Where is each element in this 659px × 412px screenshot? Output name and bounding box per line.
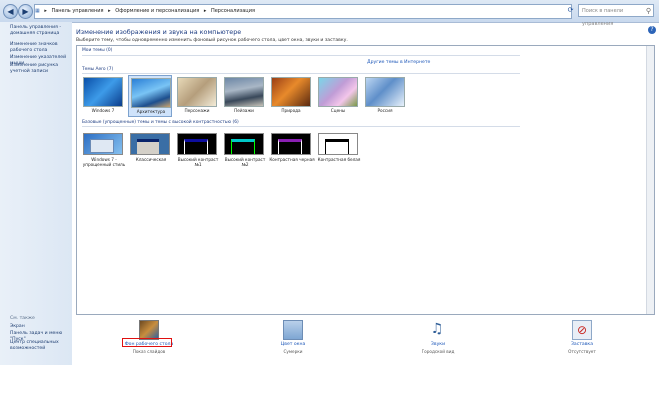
theme-label: Windows 7 - упрощенный стиль <box>82 157 126 167</box>
theme-preview <box>224 77 264 107</box>
theme-label: Архитектура <box>136 109 166 114</box>
online-themes-link[interactable]: Другие темы в Интернете <box>367 60 430 65</box>
theme-high-contrast-2[interactable]: Высокий контраст №2 <box>222 131 266 173</box>
theme-label: Windows 7 <box>91 108 115 113</box>
theme-settings-bar: Фон рабочего стола Показ слайдов Цвет ок… <box>72 316 659 365</box>
breadcrumb-appearance[interactable]: Оформление и персонализация <box>115 8 199 14</box>
back-button[interactable]: ◀ <box>3 4 18 19</box>
basic-themes-header: Базовые (упрощенные) темы и темы с высок… <box>82 120 239 125</box>
divider <box>82 73 520 74</box>
control-panel-home-link[interactable]: Панель управления - домашняя страница <box>10 25 70 37</box>
sounds-item[interactable]: ♫ Звуки Городской вид <box>406 320 470 364</box>
sounds-icon: ♫ <box>430 321 444 337</box>
theme-nature[interactable]: Природа <box>269 75 313 117</box>
refresh-icon[interactable]: ⟳ <box>566 4 575 17</box>
theme-scenes[interactable]: Сцены <box>316 75 360 117</box>
theme-preview <box>177 133 217 155</box>
theme-preview <box>131 78 171 108</box>
theme-preview <box>83 77 123 107</box>
breadcrumb-control-panel[interactable]: Панель управления <box>51 8 103 14</box>
theme-preview <box>224 133 264 155</box>
theme-label: Контрастная черная <box>269 157 315 162</box>
highlight-box <box>122 338 172 347</box>
theme-windows7[interactable]: Windows 7 <box>81 75 125 117</box>
theme-label: Россия <box>377 108 393 113</box>
theme-label: Природа <box>281 108 301 113</box>
scrollbar[interactable] <box>646 46 654 314</box>
search-input[interactable]: Поиск в панели управления ⚲ <box>578 4 654 27</box>
breadcrumb-separator: ▸ <box>108 8 111 14</box>
theme-classic[interactable]: Классическая <box>128 131 172 173</box>
theme-preview <box>83 133 123 155</box>
forward-button[interactable]: ▶ <box>18 4 33 19</box>
aero-themes-header: Темы Aero (7) <box>82 67 114 72</box>
screen-saver-value: Отсутствует <box>568 349 596 354</box>
theme-preview <box>177 77 217 107</box>
theme-preview <box>318 133 358 155</box>
theme-label: Сцены <box>330 108 346 113</box>
display-link[interactable]: Экран <box>10 324 70 330</box>
theme-russia[interactable]: Россия <box>363 75 407 117</box>
divider <box>82 126 520 127</box>
divider <box>82 55 520 56</box>
theme-high-contrast-1[interactable]: Высокий контраст №1 <box>175 131 219 173</box>
window-color-value: Сумерки <box>283 349 303 354</box>
breadcrumb-separator: ▸ <box>203 8 207 14</box>
theme-preview <box>365 77 405 107</box>
personalization-window: ◀ ▶ ▦ ▸ Панель управления ▸ Оформление и… <box>0 0 659 365</box>
help-icon[interactable]: ? <box>648 26 656 34</box>
folder-icon: ▦ <box>35 8 40 14</box>
theme-label: Высокий контраст №1 <box>177 157 219 167</box>
theme-windows7-basic[interactable]: Windows 7 - упрощенный стиль <box>81 131 125 173</box>
my-themes-header: Мои темы (0) <box>82 48 113 53</box>
page-subtitle: Выберите тему, чтобы одновременно измени… <box>76 38 348 43</box>
theme-label: Персонажи <box>184 108 210 113</box>
account-picture-link[interactable]: Изменение рисунка учетной записи <box>10 63 70 75</box>
theme-architecture[interactable]: Архитектура <box>128 75 172 117</box>
breadcrumb[interactable]: ▦ ▸ Панель управления ▸ Оформление и пер… <box>34 4 572 19</box>
theme-preview <box>271 77 311 107</box>
sounds-link[interactable]: Звуки <box>406 342 470 347</box>
theme-high-contrast-white[interactable]: Контрастная белая <box>316 131 360 173</box>
theme-preview <box>130 133 170 155</box>
window-color-icon <box>283 320 303 340</box>
screen-saver-link[interactable]: Заставка <box>550 342 614 347</box>
theme-landscapes[interactable]: Пейзажи <box>222 75 266 117</box>
screen-saver-item[interactable]: ⊘ Заставка Отсутствует <box>550 320 614 364</box>
breadcrumb-separator: ▸ <box>44 8 47 14</box>
theme-high-contrast-black[interactable]: Контрастная черная <box>269 131 315 173</box>
theme-label: Пейзажи <box>234 108 254 113</box>
window-color-item[interactable]: Цвет окна Сумерки <box>261 320 325 364</box>
ease-of-access-link[interactable]: Центр специальных возможностей <box>10 340 70 352</box>
address-bar: ◀ ▶ ▦ ▸ Панель управления ▸ Оформление и… <box>0 0 659 27</box>
page-title: Изменение изображения и звука на компьют… <box>76 28 242 36</box>
search-placeholder: Поиск в панели управления <box>582 8 624 27</box>
search-icon: ⚲ <box>645 7 651 15</box>
theme-characters[interactable]: Персонажи <box>175 75 219 117</box>
desktop-background-value: Показ слайдов <box>132 349 166 354</box>
theme-label: Контрастная белая <box>317 157 361 162</box>
theme-preview <box>318 77 358 107</box>
desktop-icons-link[interactable]: Изменение значков рабочего стола <box>10 42 70 54</box>
screen-saver-icon: ⊘ <box>572 320 592 340</box>
left-pane: Панель управления - домашняя страница Из… <box>0 22 72 365</box>
theme-preview <box>271 133 311 155</box>
desktop-background-icon <box>139 320 159 340</box>
sounds-value: Городской вид <box>421 349 455 354</box>
window-color-link[interactable]: Цвет окна <box>261 342 325 347</box>
breadcrumb-personalization[interactable]: Персонализация <box>211 8 255 14</box>
theme-label: Классическая <box>135 157 167 162</box>
themes-list[interactable]: Мои темы (0) Другие темы в Интернете Тем… <box>76 45 655 315</box>
theme-label: Высокий контраст №2 <box>224 157 266 167</box>
see-also-header: См. также <box>10 316 35 321</box>
